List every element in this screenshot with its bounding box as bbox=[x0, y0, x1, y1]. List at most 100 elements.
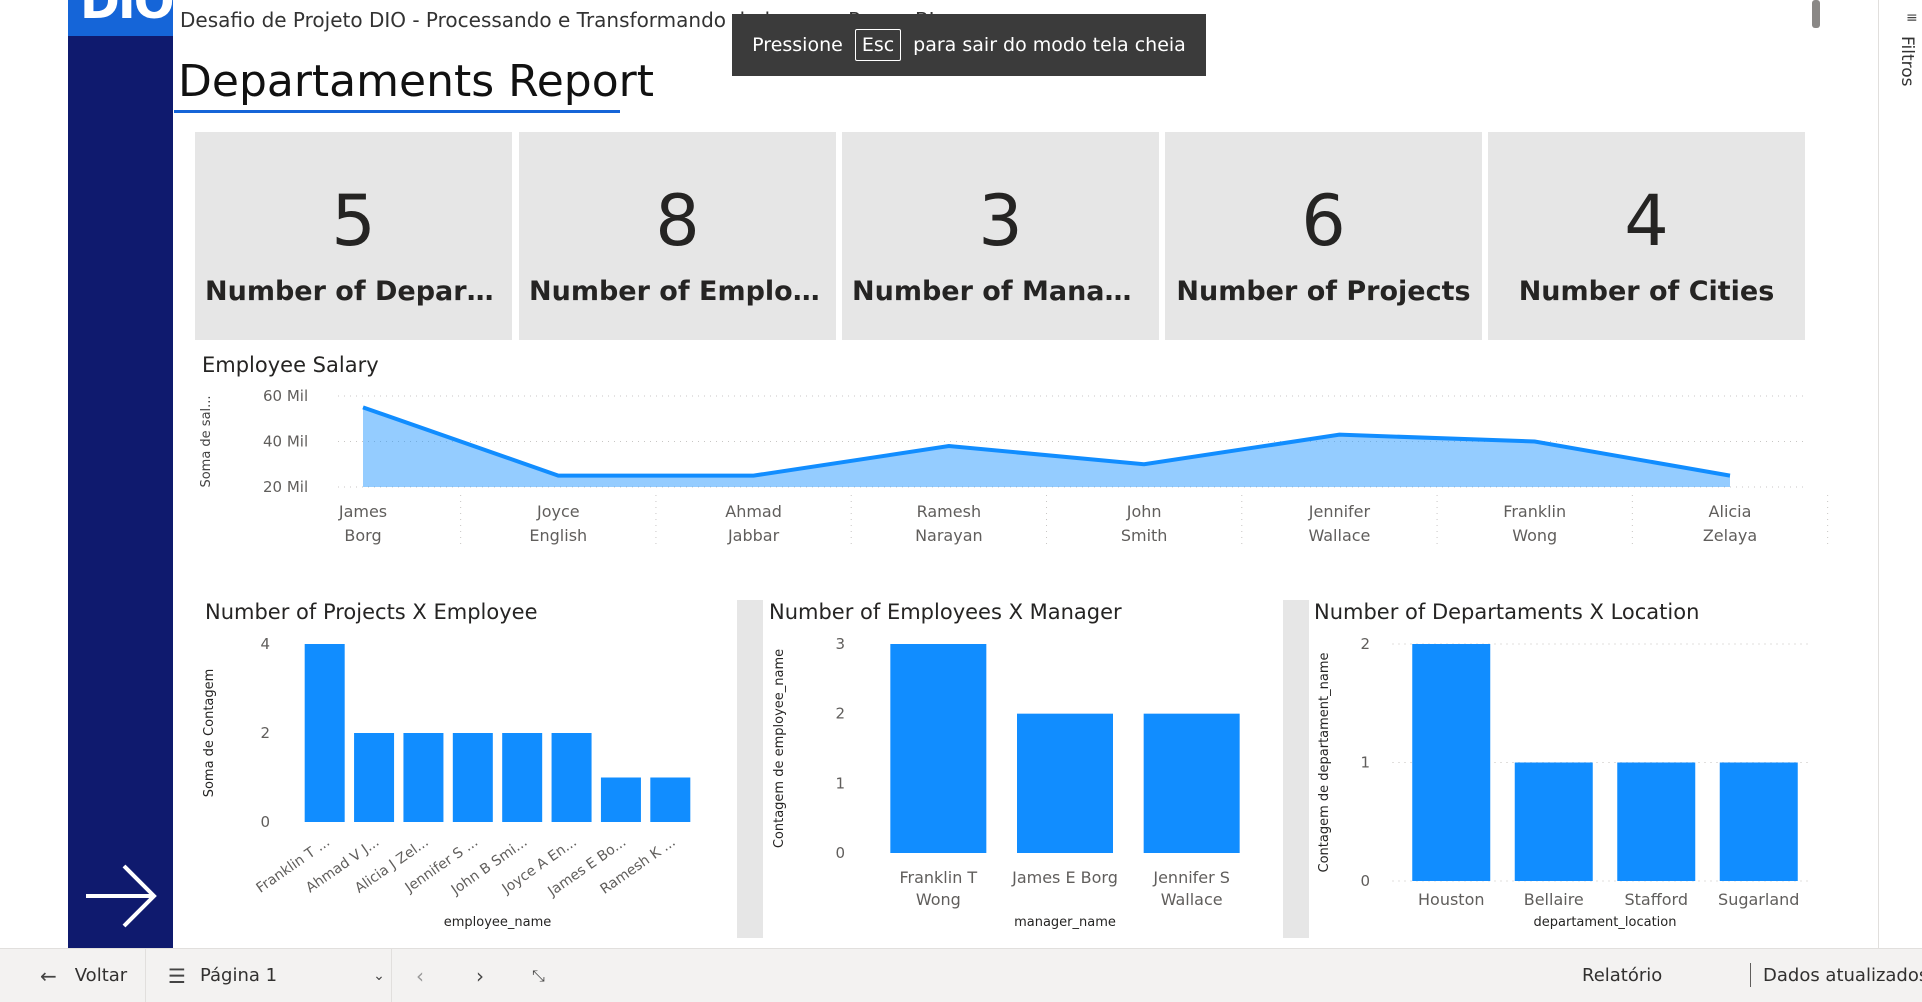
kpi-value: 6 bbox=[1165, 186, 1482, 256]
x-tick-label: Sugarland bbox=[1718, 890, 1799, 909]
kpi-card-departments[interactable]: 5 Number of Departm... bbox=[195, 132, 512, 340]
divider bbox=[391, 949, 392, 1002]
page-title: Departaments Report bbox=[178, 56, 654, 107]
x-tick-label: James bbox=[338, 502, 387, 521]
x-tick-label: Borg bbox=[344, 526, 381, 545]
bar bbox=[305, 644, 345, 822]
chevron-down-icon: ⌄ bbox=[373, 968, 385, 984]
y-tick-label: 1 bbox=[835, 774, 845, 792]
page-label: Página 1 bbox=[200, 965, 277, 986]
bar bbox=[1412, 644, 1490, 881]
projects-employee-bar-chart[interactable]: Soma de Contagem024Franklin T ...Ahmad V… bbox=[195, 628, 725, 938]
exit-fullscreen-icon[interactable]: ⤡ bbox=[532, 949, 545, 1002]
report-label: Relatório bbox=[1582, 949, 1662, 1002]
arrow-right-icon[interactable] bbox=[82, 858, 158, 934]
kpi-label: Number of Employees bbox=[519, 276, 836, 307]
y-tick-label: 3 bbox=[835, 635, 845, 653]
x-tick-label: Wallace bbox=[1161, 890, 1223, 909]
kpi-card-projects[interactable]: 6 Number of Projects bbox=[1165, 132, 1482, 340]
bar bbox=[1720, 763, 1798, 882]
kpi-label: Number of Departm... bbox=[195, 276, 512, 307]
filter-icon[interactable]: ≡ bbox=[1906, 10, 1918, 26]
x-tick-label: Franklin bbox=[1503, 502, 1566, 521]
chart-title-departments-location: Number of Departaments X Location bbox=[1314, 600, 1699, 624]
kpi-label: Number of Managers bbox=[842, 276, 1159, 307]
toast-prefix: Pressione bbox=[752, 34, 843, 56]
filter-pane[interactable] bbox=[1880, 0, 1922, 948]
kpi-card-employees[interactable]: 8 Number of Employees bbox=[519, 132, 836, 340]
y-tick-label: 4 bbox=[260, 635, 270, 653]
data-updated-status: Dados atualizados... bbox=[1763, 949, 1922, 1002]
x-tick-label: Wong bbox=[1512, 526, 1557, 545]
x-tick-label: Stafford bbox=[1625, 890, 1689, 909]
bar bbox=[1017, 714, 1113, 853]
dio-logo: DIO. bbox=[68, 0, 173, 36]
bar bbox=[1144, 714, 1240, 853]
y-axis-label: Contagem de employee_name bbox=[772, 649, 787, 848]
divider bbox=[145, 949, 146, 1002]
y-tick-label: 0 bbox=[260, 813, 270, 831]
x-tick-label: Narayan bbox=[915, 526, 983, 545]
divider bbox=[1750, 963, 1751, 987]
list-icon: ☰ bbox=[168, 964, 186, 988]
x-tick-label: Wallace bbox=[1308, 526, 1370, 545]
y-axis-label: Contagem de departament_name bbox=[1317, 652, 1332, 872]
logo-text: DIO. bbox=[80, 0, 173, 30]
bar bbox=[1515, 763, 1593, 882]
y-tick-label: 40 Mil bbox=[263, 433, 308, 451]
previous-page-icon[interactable]: ‹ bbox=[416, 949, 424, 1002]
x-tick-label: Houston bbox=[1418, 890, 1485, 909]
kpi-value: 3 bbox=[842, 186, 1159, 256]
visual-border bbox=[1283, 600, 1309, 938]
employee-salary-area-chart[interactable]: Soma de sal...20 Mil40 Mil60 MilJamesBor… bbox=[195, 380, 1815, 550]
x-tick-label: Joyce bbox=[536, 502, 580, 521]
x-tick-label: Jennifer bbox=[1308, 502, 1371, 521]
left-gutter bbox=[0, 0, 68, 948]
bar bbox=[890, 644, 986, 853]
esc-key: Esc bbox=[855, 29, 901, 61]
x-tick-label: Smith bbox=[1121, 526, 1168, 545]
bar bbox=[354, 733, 394, 822]
bar bbox=[1617, 763, 1695, 882]
chart-title-projects-employee: Number of Projects X Employee bbox=[205, 600, 537, 624]
bar bbox=[601, 778, 641, 823]
bar bbox=[502, 733, 542, 822]
departments-location-bar-chart[interactable]: Contagem de departament_name012HoustonBe… bbox=[1310, 628, 1820, 938]
x-tick-label: Franklin T bbox=[899, 868, 977, 887]
y-axis-label: Soma de Contagem bbox=[202, 669, 217, 798]
back-label: Voltar bbox=[75, 965, 127, 986]
y-axis-label: Soma de sal... bbox=[199, 395, 214, 487]
fullscreen-toast: Pressione Esc para sair do modo tela che… bbox=[732, 14, 1206, 76]
x-tick-label: Wong bbox=[916, 890, 961, 909]
chart-title-employee-salary: Employee Salary bbox=[202, 353, 379, 377]
next-page-icon[interactable]: › bbox=[476, 949, 484, 1002]
visual-border bbox=[737, 600, 763, 938]
bar bbox=[552, 733, 592, 822]
kpi-value: 8 bbox=[519, 186, 836, 256]
back-button[interactable]: ← Voltar bbox=[40, 949, 127, 1002]
kpi-card-cities[interactable]: 4 Number of Cities bbox=[1488, 132, 1805, 340]
scrollbar-thumb[interactable] bbox=[1812, 0, 1820, 28]
page-selector[interactable]: ☰ Página 1 ⌄ bbox=[168, 949, 385, 1002]
bar bbox=[403, 733, 443, 822]
x-tick-label: Jennifer S bbox=[1152, 868, 1230, 887]
x-tick-label: Zelaya bbox=[1703, 526, 1757, 545]
employees-manager-bar-chart[interactable]: Contagem de employee_name0123Franklin TW… bbox=[765, 628, 1265, 938]
x-tick-label: Alicia bbox=[1709, 502, 1752, 521]
kpi-card-managers[interactable]: 3 Number of Managers bbox=[842, 132, 1159, 340]
toast-suffix: para sair do modo tela cheia bbox=[913, 34, 1186, 56]
x-tick-label: Ramesh bbox=[917, 502, 981, 521]
filter-pane-label[interactable]: Filtros bbox=[1897, 36, 1917, 87]
bar bbox=[453, 733, 493, 822]
navy-side-panel bbox=[68, 0, 173, 948]
y-tick-label: 0 bbox=[1360, 872, 1370, 890]
chart-title-employees-manager: Number of Employees X Manager bbox=[769, 600, 1122, 624]
y-tick-label: 2 bbox=[260, 724, 270, 742]
y-tick-label: 2 bbox=[1360, 635, 1370, 653]
y-tick-label: 2 bbox=[835, 705, 845, 723]
y-tick-label: 20 Mil bbox=[263, 478, 308, 496]
kpi-label: Number of Cities bbox=[1488, 276, 1805, 307]
x-tick-label: John bbox=[1126, 502, 1162, 521]
x-tick-label: Ahmad bbox=[725, 502, 782, 521]
title-underline bbox=[174, 110, 620, 113]
